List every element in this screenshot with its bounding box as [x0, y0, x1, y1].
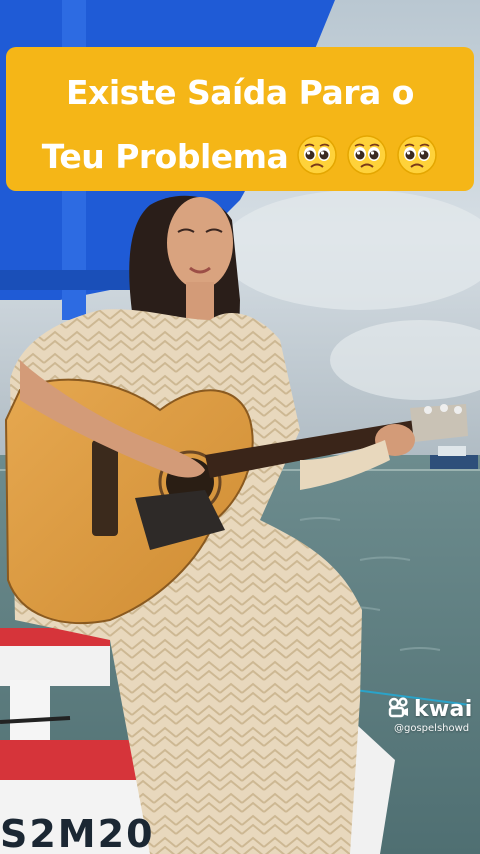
kwai-logo-icon — [388, 696, 410, 722]
pleading-face-icon — [296, 133, 338, 175]
kwai-logo: kwai — [388, 696, 473, 722]
pleading-face-icon — [346, 133, 388, 175]
kwai-brand-text: kwai — [414, 696, 473, 722]
caption-line-2: Teu Problema — [14, 125, 466, 189]
boat-hull-registration: S2M20 — [0, 812, 155, 854]
caption-line-2-text: Teu Problema — [41, 137, 289, 176]
kwai-watermark: kwai @gospelshowd — [388, 696, 473, 734]
face — [167, 197, 233, 289]
caption-line-1: Existe Saída Para o — [66, 73, 414, 112]
pleading-face-icon — [396, 133, 438, 175]
caption-banner: Existe Saída Para o Teu Problema — [6, 47, 474, 191]
kwai-handle: @gospelshowd — [394, 723, 470, 734]
